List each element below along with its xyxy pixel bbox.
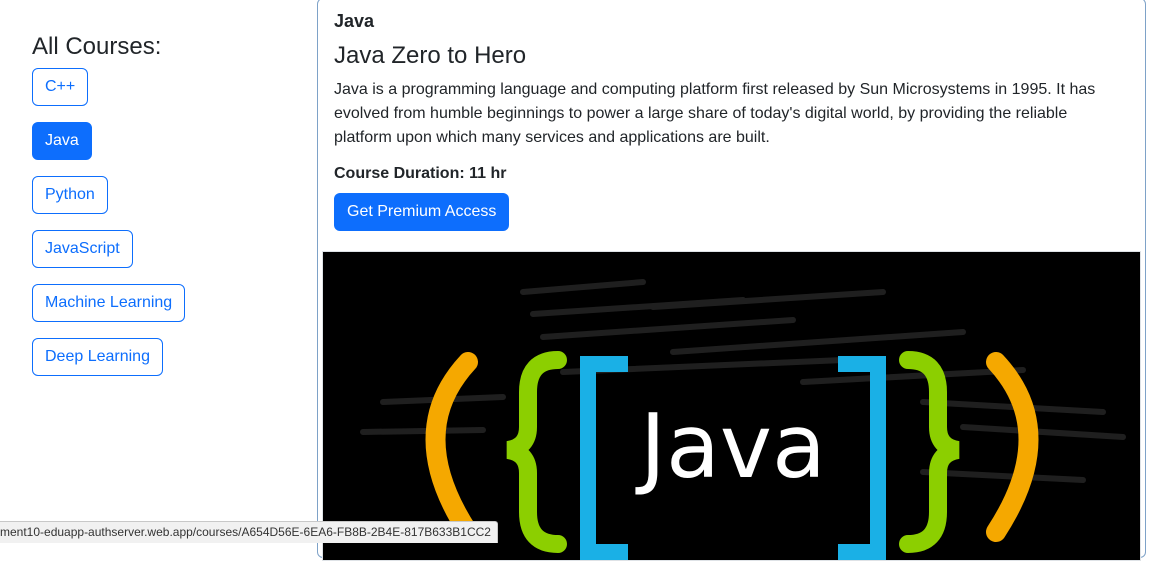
course-description: Java is a programming language and compu… bbox=[334, 81, 1096, 146]
course-button-cpp[interactable]: C++ bbox=[32, 68, 89, 106]
course-button-deep-learning[interactable]: Deep Learning bbox=[32, 338, 163, 376]
course-card: Java Java Zero to Hero Java is a program… bbox=[317, 0, 1146, 561]
course-duration: Course Duration: 11 hr bbox=[334, 165, 507, 182]
course-button-javascript[interactable]: JavaScript bbox=[32, 230, 133, 268]
sidebar-heading: All Courses: bbox=[32, 33, 162, 60]
java-logo-text: Java bbox=[635, 395, 826, 498]
course-sidebar: All Courses: C++ Java Python JavaScript … bbox=[0, 0, 300, 543]
course-button-machine-learning[interactable]: Machine Learning bbox=[32, 284, 186, 322]
get-premium-access-button[interactable]: Get Premium Access bbox=[334, 193, 510, 231]
course-button-python[interactable]: Python bbox=[32, 176, 108, 214]
course-image: Java bbox=[322, 251, 1141, 561]
course-category: Java bbox=[334, 11, 375, 31]
course-title: Java Zero to Hero bbox=[334, 42, 527, 69]
course-button-java[interactable]: Java bbox=[32, 122, 92, 160]
browser-status-url: ment10-eduapp-authserver.web.app/courses… bbox=[0, 521, 498, 543]
java-logo-image: Java bbox=[323, 252, 1140, 560]
